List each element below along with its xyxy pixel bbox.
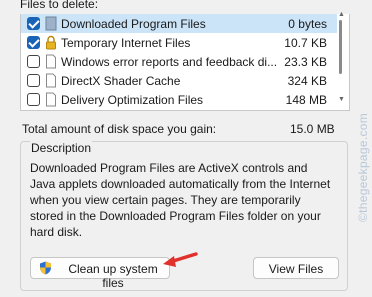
total-space-label: Total amount of disk space you gain: [22, 122, 217, 136]
file-size: 324 KB [287, 74, 327, 88]
checkbox[interactable] [27, 55, 40, 68]
checkbox[interactable] [27, 93, 40, 106]
clean-up-system-files-button[interactable]: Clean up system files [30, 257, 170, 290]
view-files-button[interactable]: View Files [253, 257, 339, 279]
description-text: Downloaded Program Files are ActiveX con… [30, 161, 331, 239]
files-to-delete-label: Files to delete: [20, 0, 99, 11]
red-arrow-icon [163, 252, 198, 267]
list-scrollbar[interactable]: ▲ ▼ [336, 11, 346, 110]
description-legend: Description [30, 141, 93, 155]
file-size: 23.3 KB [284, 55, 327, 69]
clean-up-system-files-label: Clean up system files [68, 262, 158, 290]
scroll-up-arrow-icon[interactable]: ▲ [338, 11, 345, 18]
lock-icon [46, 35, 56, 50]
list-item[interactable]: Downloaded Program Files 0 bytes [21, 14, 337, 33]
checkbox[interactable] [27, 74, 40, 87]
file-size: 0 bytes [288, 17, 327, 31]
total-space-value: 15.0 MB [290, 122, 335, 136]
scroll-down-arrow-icon[interactable]: ▼ [338, 96, 345, 103]
scroll-thumb[interactable] [339, 20, 342, 74]
checkbox[interactable] [27, 36, 40, 49]
document-icon [46, 54, 56, 69]
document-icon [46, 73, 56, 88]
watermark: ©thegeekpage.com [356, 112, 370, 222]
list-item[interactable]: Temporary Internet Files 10.7 KB [21, 33, 337, 52]
file-name: Windows error reports and feedback di... [61, 55, 278, 69]
checkbox[interactable] [27, 17, 40, 30]
file-name: DirectX Shader Cache [61, 74, 181, 88]
file-name: Downloaded Program Files [61, 17, 206, 31]
list-item[interactable]: DirectX Shader Cache 324 KB [21, 71, 337, 90]
file-size: 10.7 KB [284, 36, 327, 50]
uac-shield-icon [40, 261, 51, 275]
document-icon [46, 92, 56, 107]
folder-icon [45, 16, 57, 31]
list-item[interactable]: Delivery Optimization Files 148 MB [21, 90, 337, 109]
file-size: 148 MB [285, 93, 327, 107]
list-item[interactable]: Windows error reports and feedback di...… [21, 52, 337, 71]
file-name: Delivery Optimization Files [61, 93, 204, 107]
file-name: Temporary Internet Files [61, 36, 191, 50]
view-files-label: View Files [268, 262, 324, 276]
files-list[interactable]: Downloaded Program Files 0 bytes Tempora… [20, 14, 350, 111]
